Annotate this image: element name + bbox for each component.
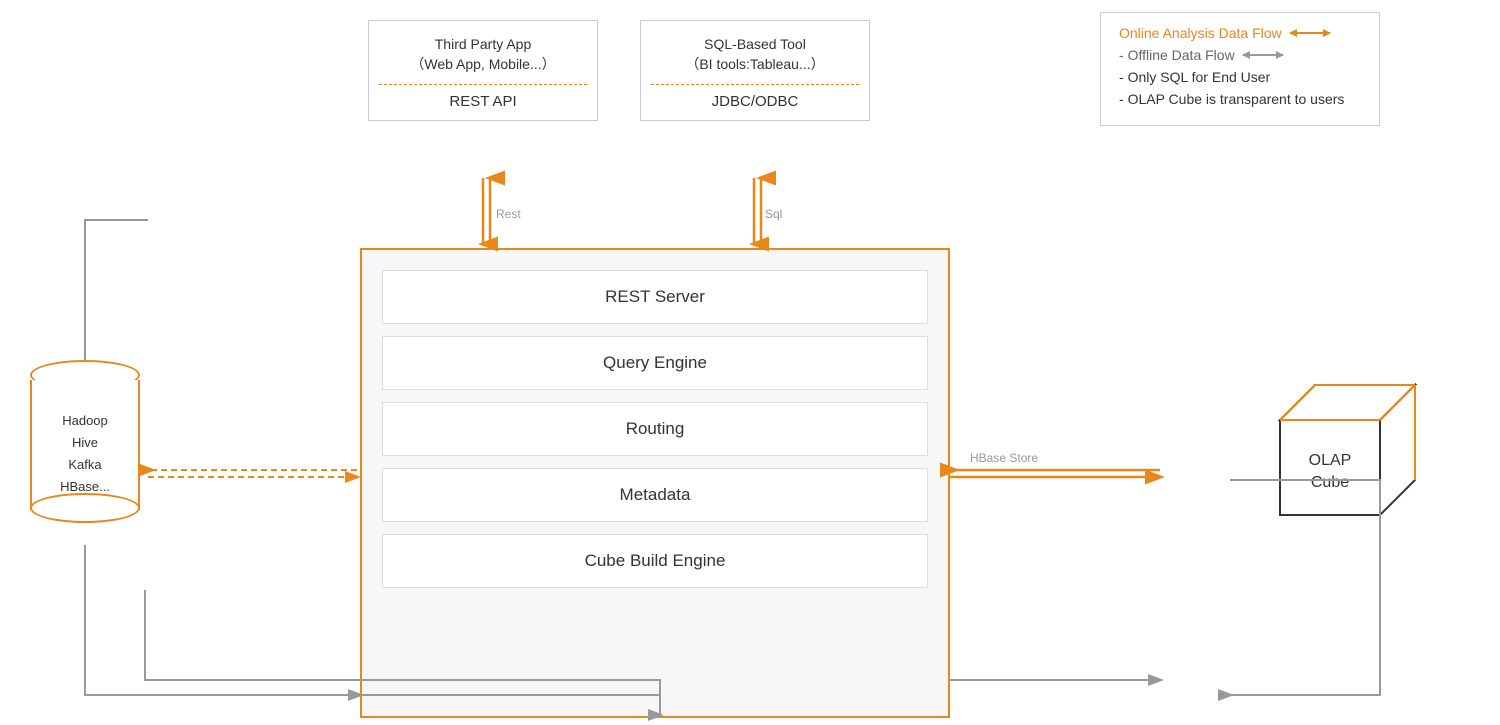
svg-text:OLAP: OLAP: [1309, 452, 1352, 469]
routing-module: Routing: [382, 402, 928, 456]
cylinder-body: Hadoop Hive Kafka HBase...: [30, 380, 140, 510]
rest-api-label: REST API: [379, 93, 587, 110]
svg-text:Rest: Rest: [496, 207, 521, 221]
query-engine-module: Query Engine: [382, 336, 928, 390]
online-label: Online Analysis Data Flow: [1119, 25, 1282, 41]
legend-olap: - OLAP Cube is transparent to users: [1119, 91, 1361, 107]
rest-server-module: REST Server: [382, 270, 928, 324]
offline-label: - Offline Data Flow: [1119, 47, 1235, 63]
metadata-module: Metadata: [382, 468, 928, 522]
svg-text:Cube: Cube: [1311, 474, 1349, 491]
legend-online: Online Analysis Data Flow: [1119, 25, 1361, 41]
hadoop-cylinder: Hadoop Hive Kafka HBase...: [30, 360, 140, 520]
svg-text:HBase Store: HBase Store: [970, 451, 1038, 465]
olap-group: OLAP Cube: [1260, 360, 1410, 510]
jdbc-odbc-label: JDBC/ODBC: [651, 93, 859, 110]
hadoop-group: Hadoop Hive Kafka HBase...: [30, 360, 140, 520]
olap-cube-icon: OLAP Cube: [1260, 360, 1420, 530]
olap-transparent-label: - OLAP Cube is transparent to users: [1119, 91, 1344, 107]
sql-label: - Only SQL for End User: [1119, 69, 1270, 85]
legend-box: Online Analysis Data Flow - Offline Data…: [1100, 12, 1380, 126]
cylinder-bottom: [30, 493, 140, 523]
cube-build-engine-module: Cube Build Engine: [382, 534, 928, 588]
third-party-box: Third Party App（Web App, Mobile...） REST…: [368, 20, 598, 121]
olap-cube-wrapper: OLAP Cube: [1260, 360, 1410, 510]
legend-offline: - Offline Data Flow: [1119, 47, 1361, 63]
sql-tool-title: SQL-Based Tool（BI tools:Tableau...）: [651, 35, 859, 74]
sql-tool-box: SQL-Based Tool（BI tools:Tableau...） JDBC…: [640, 20, 870, 121]
legend-sql: - Only SQL for End User: [1119, 69, 1361, 85]
offline-arrow-icon: [1243, 54, 1283, 56]
kylin-box: REST Server Query Engine Routing Metadat…: [360, 248, 950, 718]
third-party-title: Third Party App（Web App, Mobile...）: [379, 35, 587, 74]
diagram-container: Online Analysis Data Flow - Offline Data…: [0, 0, 1500, 725]
hadoop-labels: Hadoop Hive Kafka HBase...: [32, 380, 138, 498]
svg-text:Sql: Sql: [765, 207, 782, 221]
online-arrow-icon: [1290, 32, 1330, 34]
